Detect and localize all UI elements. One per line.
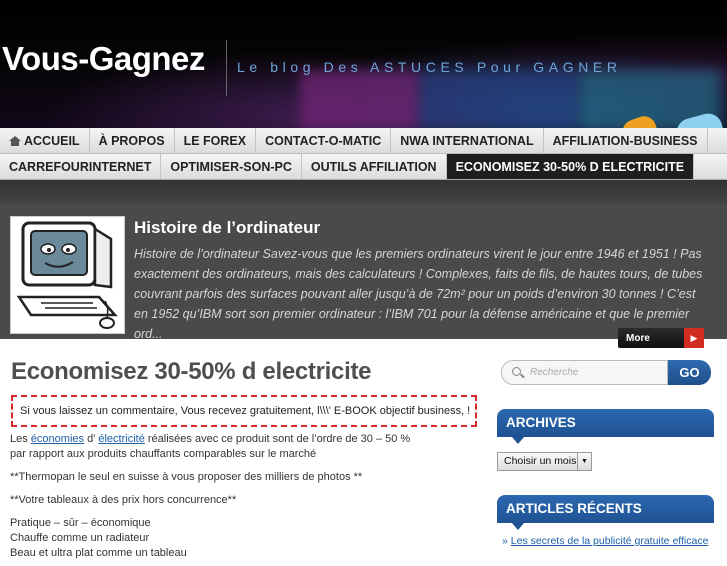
- archives-select[interactable]: Choisir un mois ▼: [497, 452, 592, 471]
- search-placeholder: Recherche: [530, 367, 579, 378]
- widget-pointer: [512, 523, 524, 530]
- nav-item-optimiser[interactable]: OPTIMISER-SON-PC: [161, 154, 302, 179]
- home-icon: [9, 135, 21, 146]
- search-go-button[interactable]: GO: [668, 360, 711, 385]
- nav-item-contact[interactable]: CONTACT-O-MATIC: [256, 128, 392, 153]
- featured-title[interactable]: Histoire de l’ordinateur: [134, 218, 320, 238]
- logo-divider: [226, 40, 227, 96]
- post-title[interactable]: Economisez 30-50% d electricite: [11, 358, 372, 386]
- recent-article-item[interactable]: » Les secrets de la publicité gratuite e…: [502, 535, 708, 547]
- header-glow: [300, 70, 420, 128]
- widget-pointer: [512, 437, 524, 444]
- link-economies[interactable]: économies: [31, 433, 84, 445]
- secondary-nav: CARREFOURINTERNET OPTIMISER-SON-PC OUTIL…: [0, 154, 727, 180]
- search-input[interactable]: Recherche: [501, 360, 668, 385]
- featured-top-bar: [0, 180, 727, 204]
- header-glow: [420, 70, 580, 128]
- nav-item-affiliation[interactable]: AFFILIATION-BUSINESS: [544, 128, 708, 153]
- nav-item-carrefourinternet[interactable]: CARREFOURINTERNET: [0, 154, 162, 179]
- site-logo[interactable]: Vous-Gagnez: [2, 40, 205, 78]
- nav-item-outils[interactable]: OUTILS AFFILIATION: [302, 154, 447, 179]
- nav-item-le-forex[interactable]: LE FOREX: [175, 128, 257, 153]
- recent-articles-widget-title: ARTICLES RÉCENTS: [497, 495, 714, 523]
- main-nav: ACCUEIL À PROPOS LE FOREX CONTACT-O-MATI…: [0, 128, 727, 154]
- nav-item-economisez[interactable]: ECONOMISEZ 30-50% D ELECTRICITE: [446, 154, 695, 179]
- archives-widget-title: ARCHIVES: [497, 409, 714, 437]
- featured-post: Histoire de l’ordinateur Histoire de l’o…: [0, 204, 727, 348]
- paragraph: **Votre tableaux à des prix hors concurr…: [10, 494, 237, 506]
- search-icon: [512, 366, 524, 379]
- nav-item-nwa[interactable]: NWA INTERNATIONAL: [391, 128, 544, 153]
- paragraph: Les économies d' électricité réalisées a…: [10, 433, 411, 460]
- computer-mascot-icon: [16, 221, 118, 329]
- site-header: Vous-Gagnez Le blog Des ASTUCES Pour GAG…: [0, 0, 727, 128]
- more-button[interactable]: More ▶: [618, 328, 704, 348]
- more-label: More: [626, 332, 650, 344]
- paragraph: Pratique – sûr – économique Chauffe comm…: [10, 517, 187, 559]
- comment-notice: Si vous laissez un commentaire, Vous rec…: [11, 395, 477, 427]
- chevron-down-icon: ▼: [577, 453, 591, 470]
- featured-thumbnail[interactable]: [10, 216, 125, 334]
- nav-item-accueil[interactable]: ACCUEIL: [0, 128, 90, 153]
- paragraph: **Thermopan le seul en suisse à vous pro…: [10, 471, 363, 483]
- post-content: Les économies d' électricité réalisées a…: [10, 432, 480, 566]
- nav-item-a-propos[interactable]: À PROPOS: [90, 128, 175, 153]
- link-electricite[interactable]: électricité: [98, 433, 144, 445]
- site-tagline: Le blog Des ASTUCES Pour GAGNER: [237, 59, 622, 75]
- arrow-right-icon: ▶: [684, 328, 704, 348]
